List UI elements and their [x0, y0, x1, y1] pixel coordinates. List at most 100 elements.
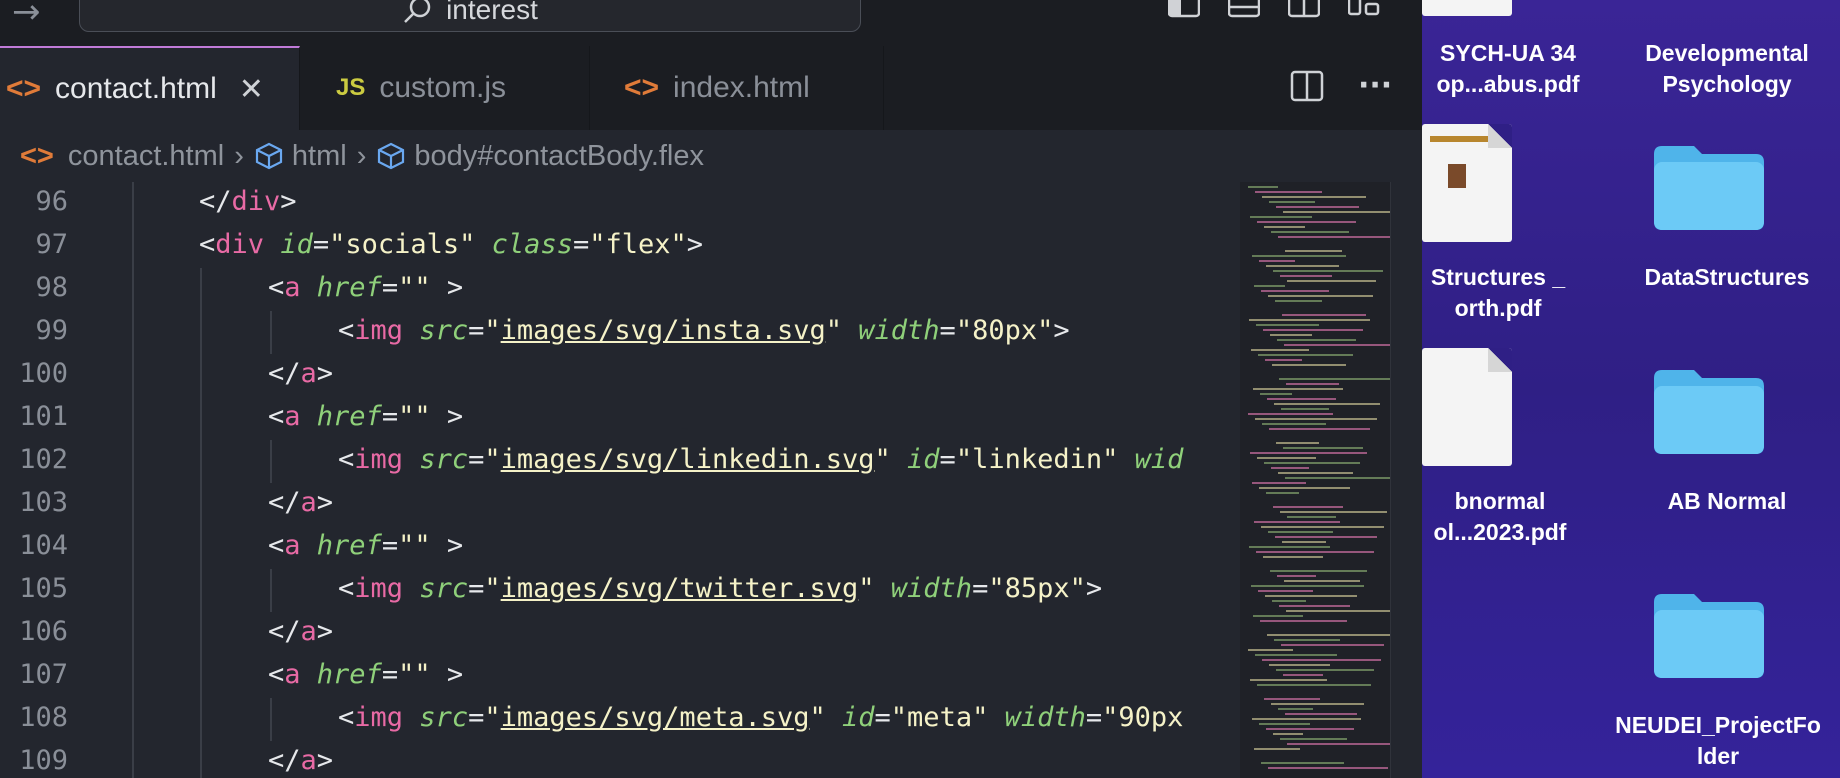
minimap-line	[1272, 364, 1346, 366]
command-center-search[interactable]: interest	[79, 0, 861, 32]
token: >	[430, 272, 464, 303]
folder-icon[interactable]	[1650, 584, 1768, 680]
search-text: interest	[446, 0, 538, 25]
attr-token: class	[491, 229, 573, 260]
item-label: Developmental	[1645, 40, 1809, 66]
token: =	[572, 229, 590, 260]
folder-icon[interactable]	[1650, 136, 1768, 232]
tab-index-html[interactable]: <> index.html	[590, 46, 884, 130]
sidebar-left-icon[interactable]	[1167, 0, 1201, 24]
tab-contact-html[interactable]: <> contact.html ✕	[0, 46, 300, 130]
file-link[interactable]: images/svg/insta.svg	[501, 315, 826, 346]
file-link[interactable]: images/svg/meta.svg	[501, 702, 810, 733]
token: >	[316, 487, 334, 518]
attr-token: src	[419, 444, 469, 475]
minimap-line	[1256, 551, 1374, 553]
desktop-item-abnormal-pdf[interactable]: bnormal ol...2023.pdf	[1420, 486, 1580, 548]
code-line: 105 <img src="images/svg/twitter.svg" wi…	[0, 569, 1240, 612]
minimap-line	[1281, 408, 1329, 410]
js-file-icon: JS	[336, 74, 366, 101]
file-link[interactable]: images/svg/linkedin.svg	[501, 444, 875, 475]
minimap-line	[1251, 585, 1364, 587]
string-token: "	[809, 702, 826, 733]
token: <	[199, 229, 216, 260]
token: </	[268, 487, 301, 518]
minimap-line	[1287, 743, 1391, 745]
minimap-line	[1279, 378, 1390, 380]
tag-token: a	[284, 659, 301, 690]
token: <	[338, 573, 355, 604]
code-line: 103 </a>	[0, 483, 1240, 526]
token: </	[268, 616, 301, 647]
folder-icon[interactable]	[1650, 360, 1768, 456]
minimap-line	[1250, 679, 1327, 681]
tab-custom-js[interactable]: JS custom.js	[300, 46, 590, 130]
token: >	[430, 659, 464, 690]
desktop-item-ab-normal[interactable]: AB Normal	[1612, 486, 1840, 517]
token: =	[381, 530, 399, 561]
minimap-line	[1252, 482, 1306, 484]
pdf-thumbnail-icon[interactable]	[1422, 348, 1512, 466]
breadcrumb-html[interactable]: html	[254, 140, 347, 173]
desktop-item-datastructures[interactable]: DataStructures	[1612, 262, 1840, 293]
minimap-line	[1280, 275, 1332, 277]
customize-layout-icon[interactable]	[1347, 0, 1380, 24]
minimap-line	[1272, 600, 1306, 602]
minimap-line	[1287, 280, 1376, 282]
token: =	[381, 659, 399, 690]
tag-token: a	[300, 616, 317, 647]
attr-token: href	[316, 659, 382, 690]
minimap-line	[1269, 664, 1330, 666]
panel-bottom-icon[interactable]	[1227, 0, 1261, 24]
token: >	[686, 229, 704, 260]
token: </	[268, 358, 301, 389]
minimap-line	[1276, 442, 1319, 444]
minimap-line	[1248, 649, 1293, 651]
minimap-line	[1277, 339, 1356, 341]
minimap-line	[1285, 713, 1357, 715]
pdf-thumbnail-icon[interactable]	[1422, 124, 1512, 242]
pdf-thumbnail-icon[interactable]	[1422, 0, 1512, 16]
item-label: AB Normal	[1667, 488, 1787, 514]
file-link[interactable]: images/svg/twitter.svg	[501, 573, 859, 604]
breadcrumb-file[interactable]: <> contact.html	[20, 140, 224, 173]
more-actions-icon[interactable]: ···	[1358, 68, 1392, 103]
string-token: "90px	[1102, 702, 1184, 733]
attr-token: width	[858, 315, 940, 346]
close-icon[interactable]: ✕	[239, 72, 264, 107]
code-area[interactable]: 96 </div> 97 <div id="socials" class="fl…	[0, 182, 1240, 778]
minimap[interactable]	[1240, 182, 1403, 778]
minimap-line	[1268, 295, 1373, 297]
string-token: "	[484, 315, 501, 346]
minimap-line	[1286, 610, 1394, 612]
minimap-line	[1271, 703, 1364, 705]
desktop-item-data-structures-pdf[interactable]: Structures _ orth.pdf	[1418, 262, 1578, 324]
minimap-line	[1283, 447, 1363, 449]
tag-token: a	[284, 272, 301, 303]
attr-token: href	[316, 272, 382, 303]
minimap-line	[1275, 300, 1322, 302]
token: =	[468, 702, 485, 733]
minimap-line	[1251, 349, 1309, 351]
tag-token: img	[354, 573, 404, 604]
desktop-item-developmental-psychology[interactable]: Developmental Psychology	[1612, 38, 1840, 100]
minimap-line	[1286, 383, 1339, 385]
split-editor-icon[interactable]	[1287, 0, 1321, 24]
minimap-line	[1252, 255, 1346, 257]
breadcrumb-body[interactable]: body#contactBody.flex	[376, 140, 704, 173]
minimap-line	[1257, 457, 1316, 459]
desktop-item-neudei-folder[interactable]: NEUDEI_ProjectFo lder	[1598, 710, 1838, 772]
attr-token: id	[280, 229, 313, 260]
token: =	[972, 573, 989, 604]
token: <	[268, 659, 285, 690]
minimap-line	[1262, 196, 1366, 198]
minimap-line	[1270, 334, 1312, 336]
arrow-right-icon[interactable]: →	[12, 0, 41, 32]
split-editor-icon[interactable]	[1290, 69, 1324, 103]
line-number: 109	[19, 745, 68, 776]
chevron-right-icon: ›	[356, 139, 367, 172]
token: =	[312, 229, 330, 260]
tag-token: a	[284, 530, 301, 561]
desktop-item-psych-pdf[interactable]: SYCH-UA 34 op...abus.pdf	[1418, 38, 1598, 100]
minimap-line	[1274, 403, 1380, 405]
